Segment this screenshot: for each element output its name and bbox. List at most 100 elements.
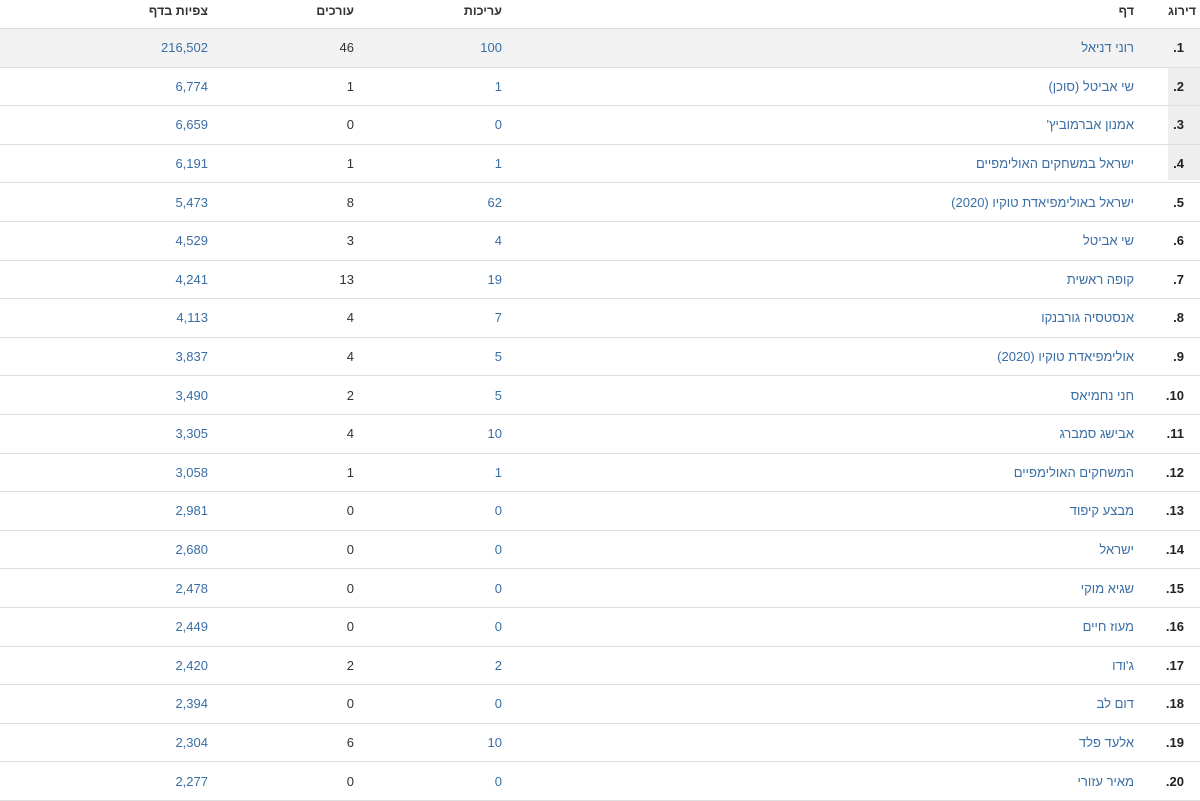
row-views-link[interactable]: 2,478 bbox=[8, 569, 208, 607]
row-rank: 16. bbox=[1165, 619, 1184, 635]
table-row: 4,529 3 4 שי אביטל 6. bbox=[0, 222, 1200, 261]
row-views-link[interactable]: 2,420 bbox=[8, 647, 208, 685]
row-views-link[interactable]: 6,191 bbox=[8, 145, 208, 183]
row-editors-count: 0 bbox=[346, 503, 354, 519]
row-page-link[interactable]: ג'ודו bbox=[504, 647, 1134, 685]
table-row: 2,394 0 0 דום לב 18. bbox=[0, 685, 1200, 724]
row-edits-link[interactable]: 0 bbox=[356, 492, 502, 530]
row-views-link[interactable]: 4,241 bbox=[8, 261, 208, 299]
table-row: 6,191 1 1 ישראל במשחקים האולימפיים 4. bbox=[0, 145, 1200, 184]
row-edits-link[interactable]: 1 bbox=[356, 68, 502, 106]
row-page-link[interactable]: חני נחמיאס bbox=[504, 376, 1134, 414]
row-editors-count: 8 bbox=[346, 194, 354, 210]
row-page-link[interactable]: מאיר עזורי bbox=[504, 762, 1135, 800]
table-row: 2,420 2 2 ג'ודו 17. bbox=[0, 647, 1200, 686]
row-editors-count: 0 bbox=[346, 580, 354, 596]
row-edits-link[interactable]: 5 bbox=[356, 376, 502, 414]
header-edits[interactable]: עריכות bbox=[356, 0, 502, 28]
row-rank: 10. bbox=[1165, 387, 1184, 403]
table-row: 4,241 13 19 קופה ראשית 7. bbox=[0, 261, 1200, 300]
row-edits-link[interactable]: 0 bbox=[356, 608, 502, 646]
row-page-link[interactable]: קופה ראשית bbox=[504, 261, 1134, 299]
row-edits-link[interactable]: 10 bbox=[356, 415, 502, 453]
table-row: 2,680 0 0 ישראל 14. bbox=[0, 531, 1200, 570]
row-rank: 14. bbox=[1165, 542, 1184, 558]
row-views-link[interactable]: 3,058 bbox=[8, 454, 208, 492]
row-views-link[interactable]: 2,277 bbox=[8, 762, 208, 800]
row-edits-link[interactable]: 19 bbox=[356, 261, 502, 299]
row-page-link[interactable]: ישראל bbox=[504, 531, 1134, 569]
row-views-link[interactable]: 6,774 bbox=[8, 68, 208, 106]
row-rank: 9. bbox=[1173, 349, 1184, 365]
row-page-link[interactable]: אלעד פלד bbox=[504, 724, 1134, 762]
row-views-link[interactable]: 4,113 bbox=[8, 299, 208, 337]
row-rank: 17. bbox=[1165, 657, 1184, 673]
row-rank: 19. bbox=[1165, 734, 1184, 750]
row-page-link[interactable]: שגיא מוקי bbox=[504, 569, 1134, 607]
row-edits-link[interactable]: 0 bbox=[356, 531, 502, 569]
row-edits-link[interactable]: 1 bbox=[356, 145, 502, 183]
row-views-link[interactable]: 2,304 bbox=[8, 724, 208, 762]
row-page-link[interactable]: מבצע קיפוד bbox=[504, 492, 1134, 530]
row-rank: 3. bbox=[1173, 117, 1184, 133]
row-page-link[interactable]: המשחקים האולימפיים bbox=[504, 454, 1134, 492]
table-row: 3,490 2 5 חני נחמיאס 10. bbox=[0, 376, 1200, 415]
table-row: 3,058 1 1 המשחקים האולימפיים 12. bbox=[0, 454, 1200, 493]
row-edits-link[interactable]: 62 bbox=[356, 183, 502, 221]
table-row: 3,305 4 10 אבישג סמברג 11. bbox=[0, 415, 1200, 454]
row-edits-link[interactable]: 0 bbox=[356, 106, 502, 144]
row-edits-link[interactable]: 10 bbox=[356, 724, 502, 762]
row-page-link[interactable]: דום לב bbox=[504, 685, 1134, 723]
row-rank: 13. bbox=[1165, 503, 1184, 519]
row-page-link[interactable]: אנסטסיה גורבנקו bbox=[504, 299, 1134, 337]
row-page-link[interactable]: אמנון אברמוביץ' bbox=[504, 106, 1134, 144]
table-row: 216,502 46 100 רוני דניאל 1. bbox=[0, 29, 1200, 68]
row-page-link[interactable]: מעוז חיים bbox=[504, 608, 1134, 646]
table-row: 3,837 4 5 אולימפיאדת טוקיו (2020) 9. bbox=[0, 338, 1200, 377]
row-edits-link[interactable]: 7 bbox=[356, 299, 502, 337]
row-views-link[interactable]: 2,981 bbox=[8, 492, 208, 530]
row-views-link[interactable]: 2,680 bbox=[8, 531, 208, 569]
row-editors-count: 46 bbox=[339, 40, 354, 56]
row-views-link[interactable]: 5,473 bbox=[8, 183, 208, 221]
row-rank: 5. bbox=[1173, 194, 1184, 210]
row-editors-count: 1 bbox=[346, 156, 354, 172]
row-page-link[interactable]: אולימפיאדת טוקיו (2020) bbox=[504, 338, 1134, 376]
table-body: 216,502 46 100 רוני דניאל 1. 6,774 1 1 שי אביטל … bbox=[0, 29, 1200, 801]
row-rank: 12. bbox=[1165, 464, 1184, 480]
header-page[interactable]: דף bbox=[504, 0, 1134, 28]
header-views[interactable]: צפיות בדף bbox=[8, 0, 208, 28]
row-views-link[interactable]: 3,837 bbox=[8, 338, 208, 376]
row-views-link[interactable]: 3,490 bbox=[8, 376, 208, 414]
row-views-link[interactable]: 4,529 bbox=[8, 222, 208, 260]
row-edits-link[interactable]: 4 bbox=[356, 222, 502, 260]
header-rank[interactable]: דירוג bbox=[1136, 0, 1196, 28]
row-views-link[interactable]: 2,394 bbox=[8, 685, 208, 723]
row-page-link[interactable]: שי אביטל bbox=[504, 222, 1134, 260]
row-page-link[interactable]: רוני דניאל bbox=[504, 29, 1134, 67]
row-views-link[interactable]: 3,305 bbox=[8, 415, 208, 453]
row-views-link[interactable]: 6,659 bbox=[8, 106, 208, 144]
table-row: 5,473 8 62 ישראל באולימפיאדת טוקיו (2020) 5. bbox=[0, 183, 1200, 222]
row-edits-link[interactable]: 5 bbox=[356, 338, 502, 376]
row-rank: 20. bbox=[1165, 773, 1184, 789]
table-row: 2,981 0 0 מבצע קיפוד 13. bbox=[0, 492, 1200, 531]
row-edits-link[interactable]: 0 bbox=[356, 569, 502, 607]
row-edits-link[interactable]: 0 bbox=[356, 762, 502, 800]
row-views-link[interactable]: 216,502 bbox=[8, 29, 208, 67]
header-editors[interactable]: עורכים bbox=[210, 0, 354, 28]
row-editors-count: 1 bbox=[346, 464, 354, 480]
row-edits-link[interactable]: 100 bbox=[356, 29, 502, 67]
row-edits-link[interactable]: 1 bbox=[356, 454, 502, 492]
row-rank: 18. bbox=[1165, 696, 1184, 712]
row-page-link[interactable]: אבישג סמברג bbox=[504, 415, 1134, 453]
row-page-link[interactable]: ישראל באולימפיאדת טוקיו (2020) bbox=[504, 183, 1134, 221]
table-row: 2,277 0 0 מאיר עזורי 20. bbox=[0, 762, 1200, 801]
row-page-link[interactable]: שי אביטל (סוכן) bbox=[504, 68, 1134, 106]
row-editors-count: 3 bbox=[346, 233, 354, 249]
row-views-link[interactable]: 2,449 bbox=[8, 608, 208, 646]
row-edits-link[interactable]: 2 bbox=[356, 647, 502, 685]
row-editors-count: 13 bbox=[339, 271, 354, 287]
row-page-link[interactable]: ישראל במשחקים האולימפיים bbox=[504, 145, 1134, 183]
row-edits-link[interactable]: 0 bbox=[356, 685, 502, 723]
